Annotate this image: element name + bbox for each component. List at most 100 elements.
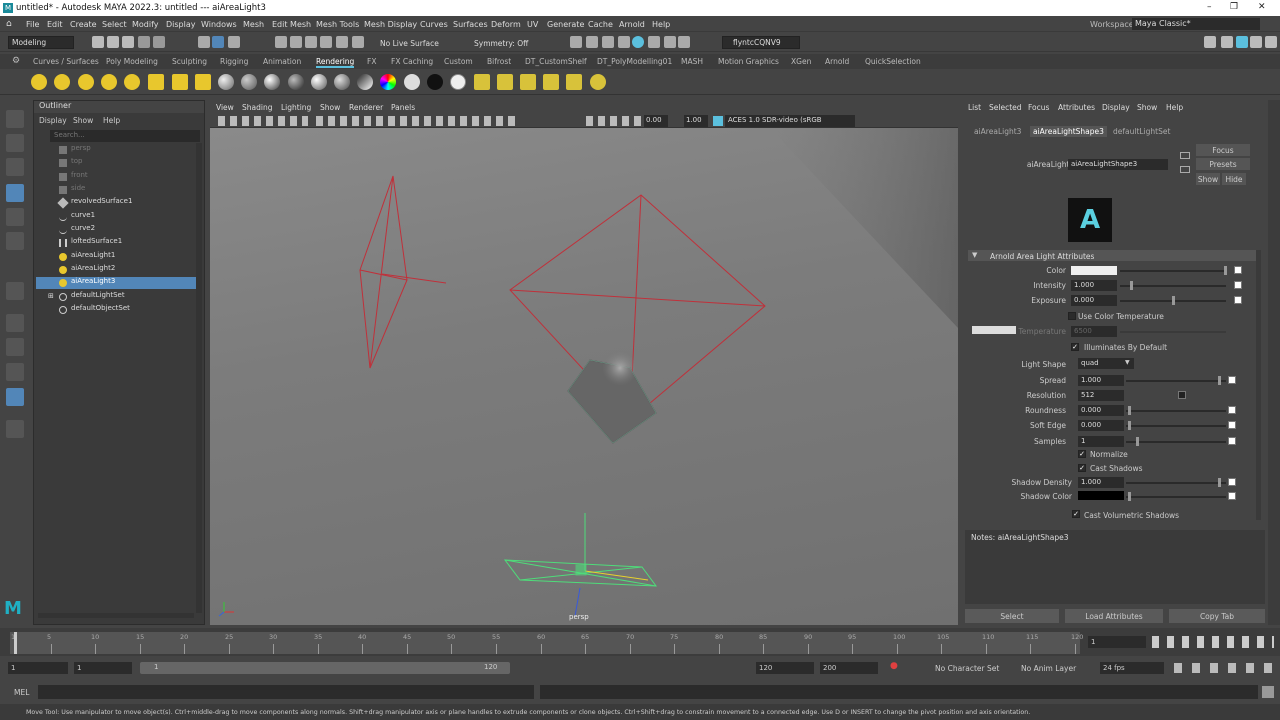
shelf-tab-sculpting[interactable]: Sculpting bbox=[172, 57, 207, 66]
shadow-density-slider[interactable] bbox=[1126, 482, 1226, 484]
menu-modify[interactable]: Modify bbox=[132, 20, 159, 29]
outliner-item-defaultobjectset[interactable]: defaultObjectSet bbox=[36, 304, 196, 316]
shadow-density-field[interactable]: 1.000 bbox=[1078, 477, 1124, 488]
menu-cache[interactable]: Cache bbox=[588, 20, 613, 29]
outliner-item-defaultlightset[interactable]: ⊞ defaultLightSet bbox=[36, 291, 196, 303]
arnold-render-icon[interactable] bbox=[648, 36, 660, 48]
four-view-icon[interactable] bbox=[6, 338, 24, 356]
ae-menu-show[interactable]: Show bbox=[1137, 103, 1157, 112]
render-shelf-icon-2[interactable] bbox=[497, 74, 513, 90]
outliner-scrollbar[interactable] bbox=[196, 143, 202, 613]
auto-key-icon[interactable]: ● bbox=[890, 661, 902, 673]
surface-shader-icon[interactable] bbox=[288, 74, 304, 90]
spread-slider-handle[interactable] bbox=[1218, 376, 1221, 385]
cast-volumetric-checkbox[interactable]: ✓ bbox=[1072, 510, 1080, 518]
current-frame-field[interactable]: 1 bbox=[1088, 636, 1146, 648]
menu-file[interactable]: File bbox=[26, 20, 39, 29]
render-shelf-icon-1[interactable] bbox=[474, 74, 490, 90]
intensity-slider-handle[interactable] bbox=[1130, 281, 1133, 290]
gear-icon[interactable]: ⚙ bbox=[12, 56, 20, 66]
roundness-slider-handle[interactable] bbox=[1128, 406, 1131, 415]
isolate-icons[interactable] bbox=[586, 116, 646, 126]
layout-icon-2[interactable] bbox=[1221, 36, 1233, 48]
shader-icon-6[interactable] bbox=[334, 74, 350, 90]
select-component-icon[interactable] bbox=[228, 36, 240, 48]
resolution-field[interactable]: 512 bbox=[1078, 390, 1124, 401]
ae-menu-focus[interactable]: Focus bbox=[1028, 103, 1049, 112]
render-shelf-icon-6[interactable] bbox=[590, 74, 606, 90]
paint-select-icon[interactable] bbox=[6, 158, 24, 176]
outliner-item-curve1[interactable]: curve1 bbox=[36, 211, 196, 223]
white-shader-icon[interactable] bbox=[450, 74, 466, 90]
menu-edit-mesh[interactable]: Edit Mesh bbox=[272, 20, 311, 29]
exposure-field[interactable]: 0.00 bbox=[644, 115, 668, 127]
collapse-icon[interactable]: ▼ bbox=[972, 251, 977, 259]
ae-menu-help[interactable]: Help bbox=[1166, 103, 1183, 112]
scale-tool-icon[interactable] bbox=[6, 232, 24, 250]
normalize-checkbox[interactable]: ✓ bbox=[1078, 450, 1086, 458]
render-shelf-icon-4[interactable] bbox=[543, 74, 559, 90]
move-tool-icon[interactable] bbox=[6, 184, 24, 202]
viewport-menu-view[interactable]: View bbox=[216, 103, 234, 112]
copy-tab-button[interactable]: Copy Tab bbox=[1169, 609, 1265, 623]
character-set-dropdown[interactable]: No Character Set bbox=[935, 664, 999, 673]
shelf-tab-rigging[interactable]: Rigging bbox=[220, 57, 248, 66]
command-input[interactable] bbox=[38, 685, 534, 699]
select-object-icon[interactable] bbox=[212, 36, 224, 48]
menu-help[interactable]: Help bbox=[652, 20, 670, 29]
node-name-field[interactable]: aiAreaLightShape3 bbox=[1068, 159, 1168, 170]
last-tool-icon[interactable] bbox=[6, 282, 24, 300]
color-management-icon[interactable] bbox=[713, 116, 723, 126]
layout-icon-5[interactable] bbox=[1265, 36, 1277, 48]
area-light-icon[interactable] bbox=[101, 74, 117, 90]
ae-menu-list[interactable]: List bbox=[968, 103, 981, 112]
outliner-item-front[interactable]: front bbox=[36, 171, 196, 183]
samples-map-button[interactable] bbox=[1228, 437, 1236, 445]
ae-menu-display[interactable]: Display bbox=[1102, 103, 1130, 112]
presets-button[interactable]: Presets bbox=[1196, 158, 1250, 170]
directional-light-icon[interactable] bbox=[54, 74, 70, 90]
outliner-item-aiarealight1[interactable]: aiAreaLight1 bbox=[36, 251, 196, 263]
render-view-icon[interactable] bbox=[570, 36, 582, 48]
shelf-tab-rendering[interactable]: Rendering bbox=[316, 57, 355, 68]
shelf-tab-custom[interactable]: Custom bbox=[444, 57, 473, 66]
shelf-tab-motion-graphics[interactable]: Motion Graphics bbox=[718, 57, 779, 66]
shadow-color-map-button[interactable] bbox=[1228, 492, 1236, 500]
range-start-field[interactable]: 1 bbox=[74, 662, 132, 674]
shadow-color-slider-handle[interactable] bbox=[1128, 492, 1131, 501]
exposure-map-button[interactable] bbox=[1234, 296, 1242, 304]
menu-arnold[interactable]: Arnold bbox=[619, 20, 645, 29]
render-settings-icon[interactable] bbox=[618, 36, 630, 48]
spot-light-icon[interactable] bbox=[78, 74, 94, 90]
intensity-map-button[interactable] bbox=[1234, 281, 1242, 289]
ae-tab-shape[interactable]: aiAreaLightShape3 bbox=[1030, 126, 1107, 137]
outliner-item-aiarealight3[interactable]: aiAreaLight3 bbox=[36, 277, 196, 289]
workspace-dropdown[interactable]: Maya Classic* bbox=[1132, 18, 1260, 30]
ae-menu-attributes[interactable]: Attributes bbox=[1058, 103, 1095, 112]
menu-surfaces[interactable]: Surfaces bbox=[453, 20, 488, 29]
camera-icon[interactable] bbox=[172, 74, 188, 90]
symmetry-dropdown[interactable]: Symmetry: Off bbox=[474, 39, 528, 48]
outliner-item-aiarealight2[interactable]: aiAreaLight2 bbox=[36, 264, 196, 276]
snap-curve-icon[interactable] bbox=[290, 36, 302, 48]
open-scene-icon[interactable] bbox=[107, 36, 119, 48]
roundness-map-button[interactable] bbox=[1228, 406, 1236, 414]
shelf-tab-dt-poly[interactable]: DT_PolyModelling01 bbox=[597, 57, 672, 66]
render-icon[interactable] bbox=[586, 36, 598, 48]
layout-icon-3[interactable] bbox=[1236, 36, 1248, 48]
mesh-object[interactable] bbox=[567, 350, 657, 444]
live-surface-label[interactable]: No Live Surface bbox=[380, 39, 439, 48]
layout-icon-4[interactable] bbox=[1250, 36, 1262, 48]
outliner-item-persp[interactable]: persp bbox=[36, 144, 196, 156]
view-transform-dropdown[interactable]: ACES 1.0 SDR-video (sRGB bbox=[725, 115, 855, 127]
snap-view-icon[interactable] bbox=[320, 36, 332, 48]
select-button[interactable]: Select bbox=[965, 609, 1059, 623]
ambient-light-icon[interactable] bbox=[124, 74, 140, 90]
illuminates-checkbox[interactable]: ✓ bbox=[1071, 343, 1079, 351]
render-shelf-icon-5[interactable] bbox=[566, 74, 582, 90]
menu-mesh[interactable]: Mesh bbox=[243, 20, 264, 29]
save-scene-icon[interactable] bbox=[122, 36, 134, 48]
shelf-tab-arnold[interactable]: Arnold bbox=[825, 57, 849, 66]
playback-prefs-icons[interactable] bbox=[1174, 663, 1274, 673]
outliner-item-curve2[interactable]: curve2 bbox=[36, 224, 196, 236]
